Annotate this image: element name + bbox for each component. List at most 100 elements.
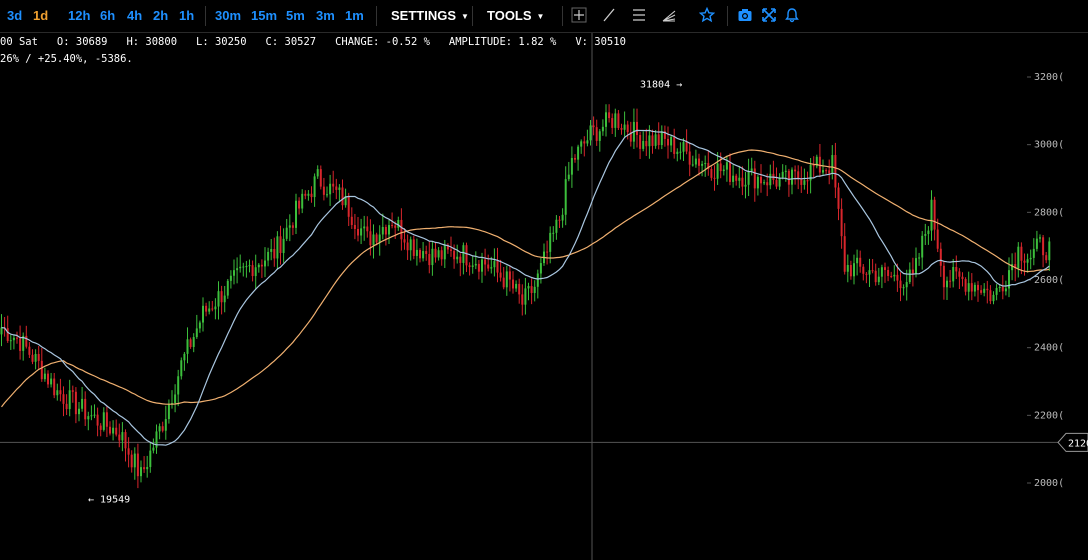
crosshair-icon[interactable] <box>568 4 590 28</box>
candle-body <box>99 425 102 430</box>
candle-body <box>660 131 663 146</box>
candle-body <box>477 263 480 272</box>
candle-body <box>834 155 837 188</box>
camera-icon[interactable] <box>734 4 756 28</box>
candle-body <box>515 283 518 289</box>
candle-body <box>112 427 115 434</box>
candle-body <box>766 182 769 186</box>
candle-body <box>865 273 868 275</box>
candle-body <box>397 219 400 228</box>
candle-body <box>952 267 955 282</box>
timeframe-12h[interactable]: 12h <box>68 0 90 32</box>
candle-body <box>468 265 471 267</box>
candle-body <box>369 231 372 246</box>
candle-body <box>567 174 570 180</box>
bell-icon[interactable] <box>781 4 803 28</box>
candle-body <box>251 265 254 277</box>
candle-body <box>806 180 809 182</box>
candle-body <box>679 151 682 153</box>
candle-body <box>403 239 406 243</box>
candle-body <box>298 200 301 209</box>
candle-body <box>360 228 363 236</box>
candle-body <box>828 170 831 174</box>
candle-body <box>859 257 862 267</box>
timeframe-1d[interactable]: 1d <box>33 0 48 32</box>
expand-icon[interactable] <box>758 4 780 28</box>
candle-body <box>96 414 99 426</box>
candle-body <box>363 226 366 229</box>
candle-body <box>958 271 961 277</box>
candle-body <box>884 267 886 271</box>
candle-body <box>220 291 223 303</box>
info-amplitude: AMPLITUDE: 1.82 % <box>448 36 557 48</box>
star-icon[interactable] <box>696 4 718 28</box>
candle-body <box>326 194 328 196</box>
candle-body <box>450 249 452 251</box>
timeframe-30m[interactable]: 30m <box>215 0 241 32</box>
candle-body <box>236 268 239 271</box>
candle-body <box>642 140 645 149</box>
timeframe-3m[interactable]: 3m <box>316 0 335 32</box>
candle-body <box>505 271 508 288</box>
candle-body <box>843 236 846 272</box>
candle-body <box>992 294 995 302</box>
candle-body <box>37 353 40 361</box>
candle-body <box>564 179 567 215</box>
candle-body <box>549 232 552 252</box>
settings-menu[interactable]: SETTINGS ▼ <box>391 0 469 32</box>
candle-body <box>453 250 456 260</box>
tools-menu[interactable]: TOOLS ▼ <box>487 0 544 32</box>
candle-body <box>577 146 580 160</box>
chevron-down-icon: ▼ <box>536 11 545 21</box>
candle-body <box>322 186 325 195</box>
candle-body <box>217 291 220 307</box>
candle-body <box>645 140 648 147</box>
candle-body <box>654 134 657 146</box>
candle-body <box>102 412 105 430</box>
toolbar-divider <box>472 6 473 26</box>
candle-body <box>161 426 164 431</box>
candle-body <box>775 179 778 187</box>
fib-fan-icon[interactable] <box>658 4 680 28</box>
horizontal-lines-icon[interactable] <box>628 4 650 28</box>
candle-body <box>381 226 384 235</box>
price-chart[interactable]: 2000(2200(2400(2600(2800(3000(3200(2120 3… <box>0 0 1088 560</box>
candle-body <box>918 257 921 259</box>
candle-body <box>608 112 611 119</box>
candle-body <box>1029 257 1032 260</box>
timeframe-3d[interactable]: 3d <box>7 0 22 32</box>
candle-body <box>673 136 676 154</box>
candle-body <box>688 151 691 165</box>
candle-body <box>245 266 248 268</box>
candle-body <box>880 267 883 277</box>
candle-body <box>273 249 276 259</box>
candle-body <box>409 239 412 251</box>
candle-body <box>375 234 378 243</box>
info-date: 00 Sat <box>0 36 38 48</box>
info-low: L: 30250 <box>196 36 247 48</box>
candle-body <box>223 295 226 303</box>
candle-body <box>353 224 356 230</box>
timeframe-1h[interactable]: 1h <box>179 0 194 32</box>
candle-body <box>167 404 170 420</box>
candle-body <box>701 163 704 166</box>
candle-body <box>388 225 390 235</box>
candle-body <box>62 394 65 404</box>
timeframe-15m[interactable]: 15m <box>251 0 277 32</box>
candle-body <box>431 248 434 266</box>
candle-body <box>586 140 589 144</box>
candle-body <box>267 251 270 261</box>
candle-body <box>527 286 530 289</box>
line-draw-icon[interactable] <box>598 4 620 28</box>
candle-body <box>533 286 536 293</box>
candle-body <box>502 277 505 288</box>
candle-body <box>753 168 756 189</box>
candle-body <box>657 134 660 146</box>
timeframe-4h[interactable]: 4h <box>127 0 142 32</box>
timeframe-6h[interactable]: 6h <box>100 0 115 32</box>
candle-body <box>391 225 394 227</box>
timeframe-5m[interactable]: 5m <box>286 0 305 32</box>
timeframe-1m[interactable]: 1m <box>345 0 364 32</box>
timeframe-2h[interactable]: 2h <box>153 0 168 32</box>
candle-body <box>285 227 288 239</box>
